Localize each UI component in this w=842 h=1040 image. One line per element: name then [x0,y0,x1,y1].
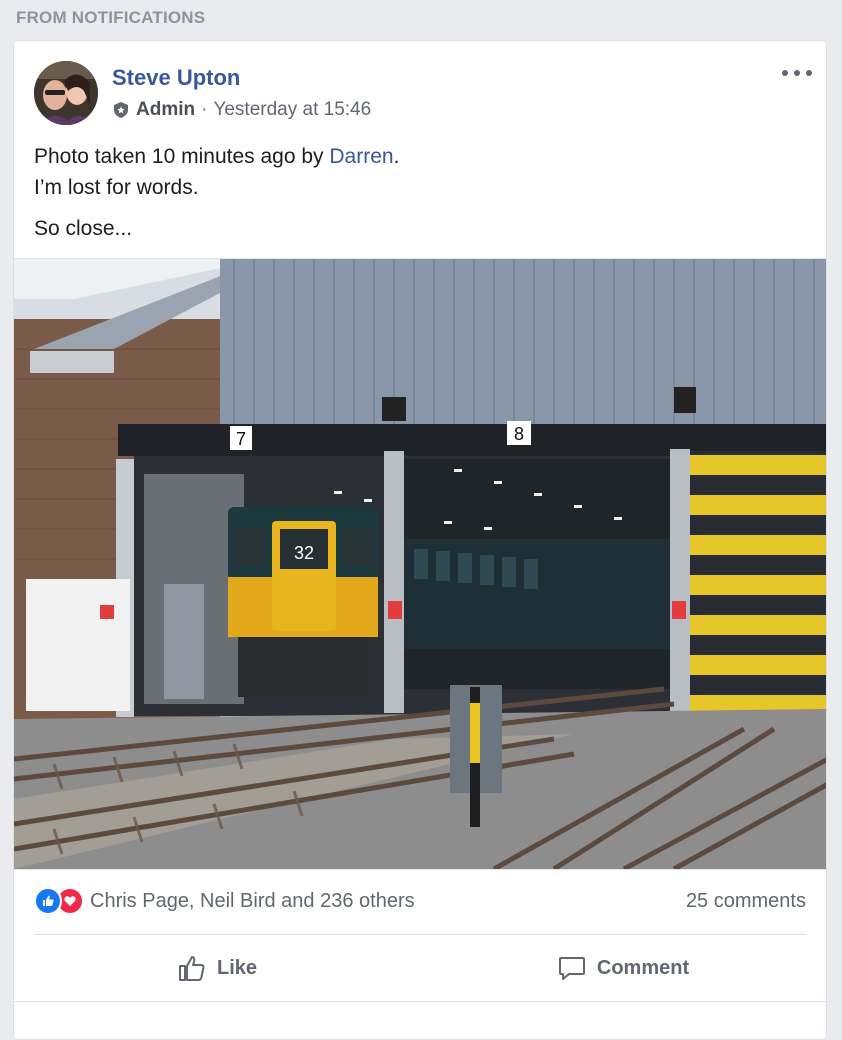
comment-icon [558,957,585,980]
mention-link[interactable]: Darren [329,145,393,168]
post-text: Photo taken 10 minutes ago by Darren. I’… [34,141,804,244]
admin-badge: Admin [136,99,196,120]
comment-button[interactable]: Comment [420,943,826,993]
action-bar: Like Comment [14,943,826,993]
reaction-icons [34,887,84,915]
shed-number-8: 8 [514,424,524,444]
more-options-icon[interactable] [782,61,812,85]
post-text-line-2: I’m lost for words. [34,176,199,199]
author-name[interactable]: Steve Upton [112,65,240,91]
train-depot-photo: 7 8 32 [14,259,826,869]
actions-divider [34,934,806,935]
post-photo[interactable]: 7 8 32 [14,258,826,870]
post-text-line-3: So close... [34,217,133,240]
post-timestamp[interactable]: Yesterday at 15:46 [213,99,371,121]
avatar[interactable] [34,61,98,125]
train-headcode: 32 [294,543,314,563]
meta-separator: · [201,99,208,120]
reactions-text[interactable]: Chris Page, Neil Bird and 236 others [90,890,415,913]
like-reaction-icon [34,887,62,915]
bottom-divider [14,1001,826,1002]
like-button[interactable]: Like [14,943,420,993]
comments-count[interactable]: 25 comments [686,890,806,913]
avatar-photo [34,61,98,125]
admin-shield-icon [114,102,128,118]
like-button-label: Like [216,956,258,979]
like-icon [178,956,205,981]
shed-number-7: 7 [236,429,246,449]
post-card: Steve Upton Admin · Yesterday at 15:46 P… [13,40,827,1040]
comment-button-label: Comment [596,956,690,979]
reactions-summary[interactable]: Chris Page, Neil Bird and 236 others [34,887,415,915]
section-label: FROM NOTIFICATIONS [16,8,206,27]
post-meta: Admin · Yesterday at 15:46 [112,99,371,121]
post-text-line-1: Photo taken 10 minutes ago by Darren. [34,145,400,168]
